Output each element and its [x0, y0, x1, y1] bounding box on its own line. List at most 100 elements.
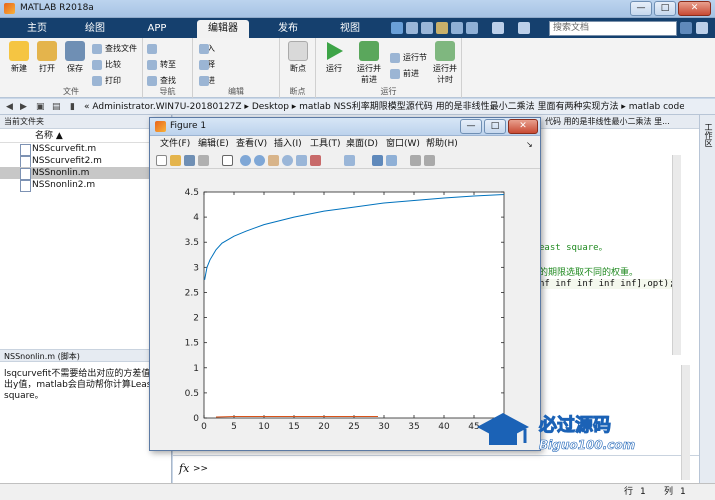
zoom-in-icon[interactable] — [240, 155, 251, 166]
y-tick-label: 1.5 — [185, 339, 199, 349]
advance-button[interactable]: 前进 — [390, 68, 419, 80]
x-tick-label: 40 — [438, 422, 450, 432]
close-button[interactable]: ✕ — [678, 1, 711, 16]
menu-tools[interactable]: 工具(T) — [310, 137, 341, 152]
menu-desktop[interactable]: 桌面(D) — [346, 137, 378, 152]
save-button[interactable]: 保存 — [61, 41, 89, 74]
current-path[interactable]: « Administrator.WIN7U-20180127Z ▸ Deskto… — [84, 99, 684, 115]
run-icon — [327, 42, 343, 60]
name-column-header[interactable]: 名称 ▲ — [0, 129, 171, 143]
x-tick-label: 5 — [231, 422, 237, 432]
save-quick-icon[interactable] — [391, 22, 403, 34]
zoom-out-icon[interactable] — [254, 155, 265, 166]
minimize-button[interactable]: — — [630, 1, 652, 16]
back-arrow-icon[interactable]: ◀ — [6, 99, 13, 115]
help-icon[interactable] — [680, 22, 692, 34]
address-bar: ◀ ▶ ▣ ▤ ▮ « Administrator.WIN7U-20180127… — [0, 99, 715, 115]
tab-view[interactable]: 视图 — [330, 20, 370, 38]
folder-up-icon[interactable]: ▣ — [36, 99, 45, 115]
search-input[interactable]: 搜索文档 — [549, 21, 677, 36]
run-advance-button[interactable]: 运行并 前进 — [352, 41, 386, 85]
copy-quick-icon[interactable] — [421, 22, 433, 34]
menu-file[interactable]: 文件(F) — [160, 137, 190, 152]
expand-icon[interactable] — [696, 22, 708, 34]
figure-window: Figure 1 — □ ✕ 文件(F) 编辑(E) 查看(V) 插入(I) 工… — [149, 117, 541, 451]
menu-edit[interactable]: 编辑(E) — [198, 137, 229, 152]
pan-icon[interactable] — [268, 155, 279, 166]
compare-button[interactable]: 比较 — [92, 59, 121, 71]
insert-button[interactable]: 插入 — [199, 43, 215, 55]
run-section-button[interactable]: 运行节 — [390, 52, 427, 64]
current-folder-panel: 当前文件夹 名称 ▲ NSScurvefit.m NSScurvefit2.m … — [0, 115, 172, 500]
tab-editor[interactable]: 编辑器 — [197, 20, 249, 38]
code-comment-2: 的期限选取不同的权重。 — [539, 268, 639, 278]
new-figure-icon[interactable] — [156, 155, 167, 166]
goto-button[interactable]: 转至 — [147, 59, 176, 71]
cut-quick-icon[interactable] — [406, 22, 418, 34]
tab-home[interactable]: 主页 — [18, 20, 56, 38]
link-plot-icon[interactable] — [344, 155, 355, 166]
menu-window[interactable]: 窗口(W) — [386, 137, 420, 152]
figure-close-button[interactable]: ✕ — [508, 119, 538, 134]
menu-help[interactable]: 帮助(H) — [426, 137, 458, 152]
undo-quick-icon[interactable] — [451, 22, 463, 34]
comment-button[interactable]: 注释 — [199, 59, 215, 71]
brush-icon[interactable] — [310, 155, 321, 166]
save-figure-icon[interactable] — [184, 155, 195, 166]
file-item-selected[interactable]: NSSnonlin.m — [0, 167, 171, 180]
y-tick-label: 2 — [193, 314, 199, 324]
watermark-logo: 必过源码 Biguo100.com — [473, 405, 673, 460]
new-button[interactable]: 新建 — [5, 41, 33, 74]
run-button[interactable]: 运行 — [320, 41, 348, 74]
watermark-url: Biguo100.com — [539, 438, 635, 452]
row-value: 1 — [640, 487, 646, 497]
file-item[interactable]: NSSnonlin2.m — [0, 179, 171, 192]
maximize-button[interactable]: □ — [654, 1, 676, 16]
run-time-button[interactable]: 运行并 计时 — [428, 41, 462, 85]
find-files-button[interactable]: 查找文件 — [92, 43, 137, 55]
browse-folder-icon[interactable]: ▤ — [52, 99, 61, 115]
file-item[interactable]: NSScurvefit2.m — [0, 155, 171, 168]
graduation-cap-icon: 必过源码 Biguo100.com — [477, 413, 635, 452]
forward-arrow-icon[interactable]: ▶ — [20, 99, 27, 115]
layout-quick-icon[interactable] — [492, 22, 504, 34]
menu-insert[interactable]: 插入(I) — [274, 137, 302, 152]
redo-quick-icon[interactable] — [466, 22, 478, 34]
figure-maximize-button[interactable]: □ — [484, 119, 506, 134]
rotate-icon[interactable] — [282, 155, 293, 166]
figure-minimize-button[interactable]: — — [460, 119, 482, 134]
x-tick-label: 15 — [288, 422, 299, 432]
file-item[interactable]: NSScurvefit.m — [0, 143, 171, 156]
menu-view[interactable]: 查看(V) — [236, 137, 267, 152]
tab-apps[interactable]: APP — [136, 20, 178, 38]
y-tick-label: 0.5 — [185, 389, 199, 399]
workspace-strip[interactable]: 工作区 — [699, 115, 715, 483]
editor-tab-title[interactable]: 代码 用的是非线性最小二乘法 里... — [545, 115, 670, 129]
figure-title: Figure 1 — [170, 121, 207, 131]
editor-scrollbar[interactable] — [672, 155, 681, 355]
row-label: 行 — [624, 487, 634, 497]
legend-icon[interactable] — [386, 155, 397, 166]
menu-dock-icon[interactable]: ↘ — [526, 137, 533, 152]
open-button[interactable]: 打开 — [33, 41, 61, 74]
command-scrollbar[interactable] — [681, 365, 690, 480]
colorbar-icon[interactable] — [372, 155, 383, 166]
ribbon: 新建 打开 保存 查找文件 比较 打印 文件 转至 查找 导航 插入 注释 缩进… — [0, 38, 715, 98]
data-cursor-icon[interactable] — [296, 155, 307, 166]
open-file-icon[interactable] — [170, 155, 181, 166]
hide-tools-icon[interactable] — [410, 155, 421, 166]
help-quick-icon[interactable] — [518, 22, 530, 34]
breakpoints-button[interactable]: 断点 — [284, 41, 312, 74]
print-figure-icon[interactable] — [198, 155, 209, 166]
paste-quick-icon[interactable] — [436, 22, 448, 34]
edit-group-label: 编辑 — [228, 87, 244, 96]
plot-area — [203, 191, 505, 419]
show-tools-icon[interactable] — [424, 155, 435, 166]
tab-plots[interactable]: 绘图 — [76, 20, 114, 38]
edit-plot-icon[interactable] — [222, 155, 233, 166]
series-line-1 — [215, 416, 378, 418]
nav-back-button[interactable] — [147, 43, 160, 55]
x-tick-label: 25 — [348, 422, 359, 432]
col-value: 1 — [680, 487, 686, 497]
tab-publish[interactable]: 发布 — [268, 20, 308, 38]
